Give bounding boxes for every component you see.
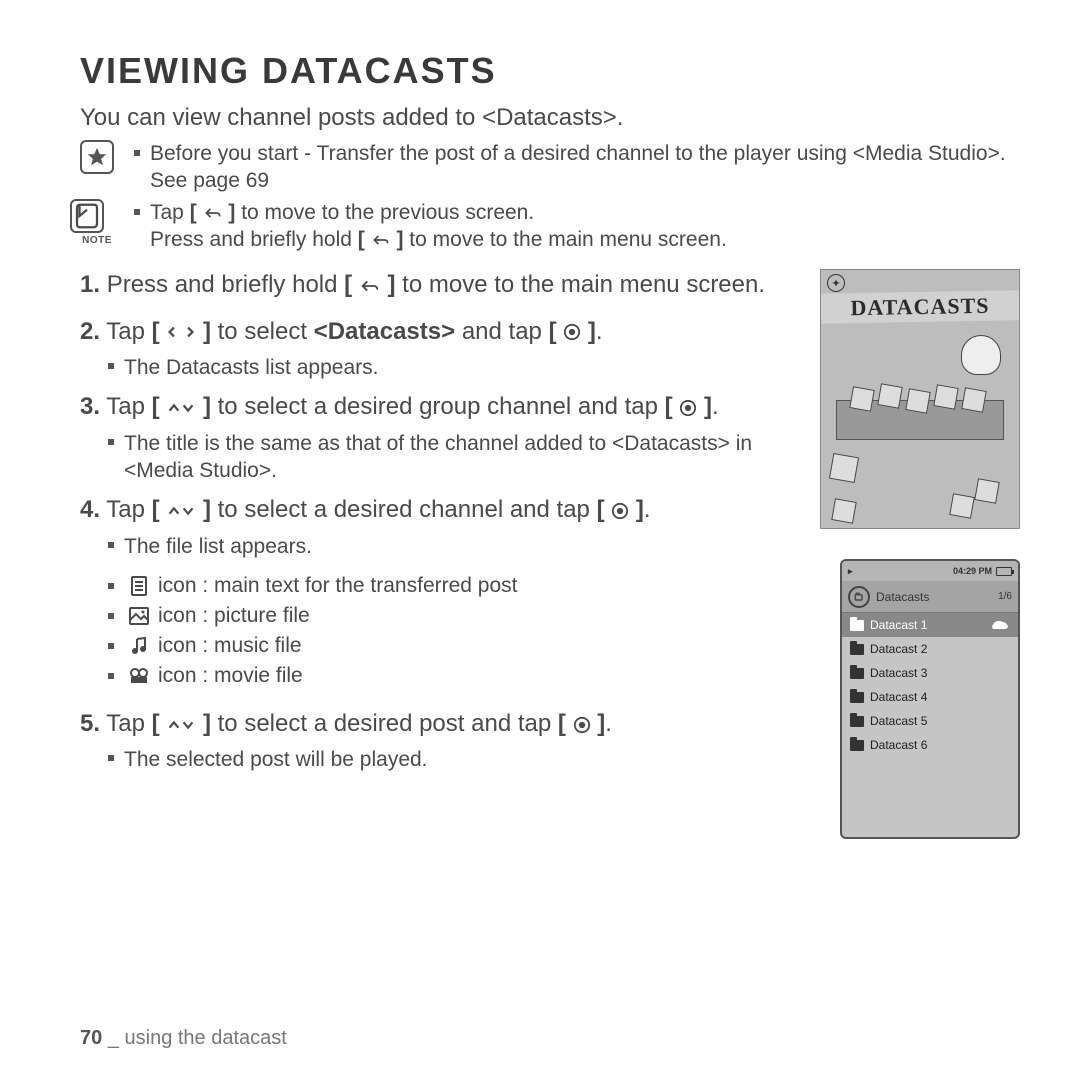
note-line-1: Tap [ ] to move to the previous screen. [150, 199, 534, 226]
step-3-sub: The title is the same as that of the cha… [108, 430, 800, 485]
list-item[interactable]: Datacast 5 [842, 709, 1018, 733]
bullet-icon [134, 209, 140, 215]
music-file-icon [126, 636, 152, 656]
callout-star: Before you start - Transfer the post of … [80, 140, 1020, 195]
folder-icon [850, 668, 864, 679]
select-icon [611, 500, 629, 522]
note-icon [70, 199, 104, 233]
up-down-icon [166, 397, 196, 419]
step-4-sub: The file list appears. [108, 533, 800, 560]
note-label: NOTE [82, 235, 112, 246]
device-header: Datacasts 1/6 [842, 581, 1018, 613]
page-heading: VIEWING DATACASTS [80, 50, 1020, 92]
page-footer: 70 _ using the datacast [80, 1027, 287, 1050]
picture-file-icon [126, 607, 152, 625]
select-icon [679, 397, 697, 419]
list-item[interactable]: Datacast 4 [842, 685, 1018, 709]
illus-title: DATACASTS [821, 290, 1019, 323]
up-down-icon [166, 500, 196, 522]
folder-icon [850, 644, 864, 655]
step-5-sub: The selected post will be played. [108, 746, 800, 773]
bullet-icon [134, 150, 140, 156]
up-down-icon [166, 714, 196, 736]
device-list: Datacast 1 Datacast 2 Datacast 3 Datacas… [842, 613, 1018, 837]
select-icon [573, 714, 591, 736]
back-icon [203, 202, 223, 224]
step-1: 1. Press and briefly hold [ ] to move to… [80, 269, 800, 301]
select-icon [563, 321, 581, 343]
list-item[interactable]: Datacast 6 [842, 733, 1018, 757]
duck-icon [961, 335, 1001, 375]
star-icon [80, 140, 114, 174]
step-2-sub: The Datacasts list appears. [108, 354, 800, 381]
step-3: 3. Tap [ ] to select a desired group cha… [80, 391, 800, 423]
step-2: 2. Tap [ ] to select <Datacasts> and tap… [80, 316, 800, 348]
step-5: 5. Tap [ ] to select a desired post and … [80, 708, 800, 740]
movie-file-icon [126, 667, 152, 685]
left-right-icon [166, 321, 196, 343]
page-number: 70 [80, 1027, 102, 1049]
back-icon [371, 229, 391, 251]
folder-icon [850, 740, 864, 751]
folder-icon [850, 692, 864, 703]
step-4: 4. Tap [ ] to select a desired channel a… [80, 494, 800, 526]
text-file-icon [126, 576, 152, 596]
device-time: 04:29 PM [953, 566, 992, 576]
callout-note: NOTE Tap [ ] to move to the previous scr… [80, 199, 1020, 254]
back-icon [359, 275, 381, 297]
list-item[interactable]: Datacast 1 [842, 613, 1018, 637]
shoe-icon [990, 617, 1010, 634]
icon-legend: icon : main text for the transferred pos… [108, 574, 800, 688]
list-item[interactable]: Datacast 3 [842, 661, 1018, 685]
intro-text: You can view channel posts added to <Dat… [80, 104, 1020, 132]
device-header-title: Datacasts [876, 590, 992, 604]
battery-icon [996, 567, 1012, 576]
device-counter: 1/6 [998, 591, 1012, 602]
footer-section: using the datacast [125, 1027, 287, 1049]
datacasts-illustration: ✦ DATACASTS [820, 269, 1020, 529]
callout-star-text: Before you start - Transfer the post of … [150, 140, 1020, 195]
list-item[interactable]: Datacast 2 [842, 637, 1018, 661]
folder-search-icon [848, 586, 870, 608]
folder-icon [850, 620, 864, 631]
note-line-2: Press and briefly hold [ ] to move to th… [150, 226, 727, 253]
folder-icon [850, 716, 864, 727]
device-status-bar: ▸ 04:29 PM [842, 561, 1018, 581]
play-indicator-icon: ▸ [848, 566, 853, 577]
device-screenshot: ▸ 04:29 PM Datacasts 1/6 Datacast 1 Data… [840, 559, 1020, 839]
